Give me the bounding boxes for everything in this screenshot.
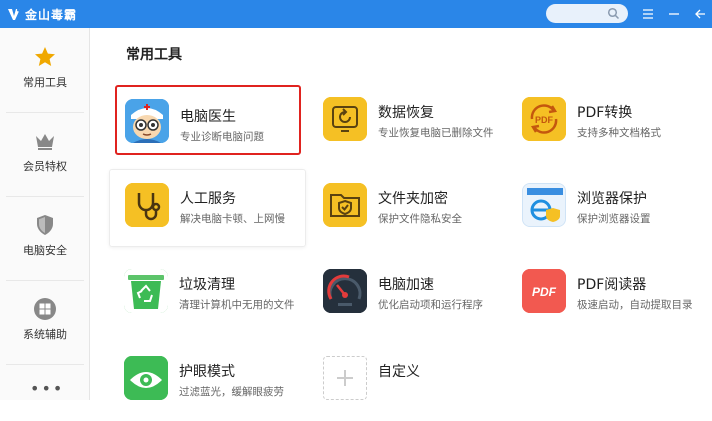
tool-name: 电脑加速 xyxy=(378,277,434,293)
plus-icon xyxy=(323,356,367,400)
tool-name: 垃圾清理 xyxy=(179,277,235,293)
sidebar-item-label: 常用工具 xyxy=(23,76,67,89)
tool-pdf-reader[interactable]: PDF PDF阅读器 极速启动，自动提取目录 xyxy=(507,256,705,334)
tool-name: 护眼模式 xyxy=(179,364,235,380)
tool-name: 自定义 xyxy=(378,364,420,380)
jinshan-logo-icon xyxy=(8,8,20,20)
tool-desc: 清理计算机中无用的文件 xyxy=(179,299,295,311)
app-brand: 金山毒霸 xyxy=(25,7,78,22)
back-icon[interactable] xyxy=(692,5,708,23)
folder-lock-icon xyxy=(323,183,367,227)
pdf-convert-icon: PDF xyxy=(522,97,566,141)
tool-name: 数据恢复 xyxy=(378,105,434,121)
data-recovery-icon xyxy=(323,97,367,141)
tool-manual-service[interactable]: 人工服务 解决电脑卡顿、上网慢 xyxy=(109,169,306,247)
pdf-reader-badge-text: PDF xyxy=(532,285,557,299)
tool-name: 电脑医生 xyxy=(180,109,236,125)
stethoscope-icon xyxy=(125,183,169,227)
app-logo: 金山毒霸 xyxy=(6,5,77,23)
recycle-bin-icon xyxy=(124,269,168,313)
tool-name: PDF阅读器 xyxy=(577,277,647,293)
sidebar: 常用工具 会员特权 电脑安全 系统辅助 ••• xyxy=(0,28,90,400)
sidebar-item-label: 电脑安全 xyxy=(23,244,67,257)
tool-name: 浏览器保护 xyxy=(577,191,647,207)
search-icon[interactable] xyxy=(607,7,620,20)
star-icon xyxy=(35,47,55,66)
tool-name: 文件夹加密 xyxy=(378,191,448,207)
tool-desc: 过滤蓝光，缓解眼疲劳 xyxy=(179,386,284,398)
tool-pc-speedup[interactable]: 电脑加速 优化启动项和运行程序 xyxy=(308,256,506,334)
tool-desc: 保护浏览器设置 xyxy=(577,213,651,225)
sidebar-item-common-tools[interactable]: 常用工具 xyxy=(0,28,90,112)
speedometer-icon xyxy=(323,269,367,313)
minimize-icon[interactable] xyxy=(666,5,682,23)
crown-icon xyxy=(36,134,54,150)
tool-folder-encrypt[interactable]: 文件夹加密 保护文件隐私安全 xyxy=(308,170,506,248)
tool-pdf-convert[interactable]: PDF PDF转换 支持多种文档格式 xyxy=(507,84,705,162)
browser-shield-icon xyxy=(522,183,566,227)
search-input[interactable] xyxy=(554,6,606,21)
more-icon[interactable]: ••• xyxy=(30,381,62,397)
title-bar: 金山毒霸 xyxy=(0,0,712,28)
pdf-reader-icon: PDF xyxy=(522,269,566,313)
tool-desc: 优化启动项和运行程序 xyxy=(378,299,483,311)
tool-data-recovery[interactable]: 数据恢复 专业恢复电脑已删除文件 xyxy=(308,84,506,162)
tool-desc: 专业恢复电脑已删除文件 xyxy=(378,127,494,139)
tool-desc: 保护文件隐私安全 xyxy=(378,213,462,225)
sidebar-item-label: 会员特权 xyxy=(23,160,67,173)
tool-desc: 极速启动，自动提取目录 xyxy=(577,299,693,311)
tool-name: 人工服务 xyxy=(180,191,236,207)
eye-icon xyxy=(124,356,168,400)
section-title: 常用工具 xyxy=(126,47,182,63)
tool-junk-clean[interactable]: 垃圾清理 清理计算机中无用的文件 xyxy=(109,256,307,334)
tool-custom[interactable]: 自定义 xyxy=(308,343,506,421)
menu-icon[interactable] xyxy=(640,5,656,23)
tool-desc: 支持多种文档格式 xyxy=(577,127,661,139)
pdf-badge-text: PDF xyxy=(535,115,554,125)
sidebar-item-security[interactable]: 电脑安全 xyxy=(0,196,90,280)
sidebar-item-vip[interactable]: 会员特权 xyxy=(0,112,90,196)
windows-logo-icon xyxy=(34,298,56,320)
search-box[interactable] xyxy=(546,4,628,23)
tool-eye-protect[interactable]: 护眼模式 过滤蓝光，缓解眼疲劳 xyxy=(109,343,307,421)
doctor-icon xyxy=(125,99,169,143)
tool-desc: 解决电脑卡顿、上网慢 xyxy=(180,213,285,225)
sidebar-item-system-assist[interactable]: 系统辅助 xyxy=(0,280,90,364)
tool-pc-doctor[interactable]: 电脑医生 专业诊断电脑问题 xyxy=(115,85,301,155)
tool-name: PDF转换 xyxy=(577,105,633,121)
sidebar-item-label: 系统辅助 xyxy=(23,328,67,341)
tool-desc: 专业诊断电脑问题 xyxy=(180,131,264,143)
shield-icon xyxy=(37,215,53,235)
tool-browser-protect[interactable]: 浏览器保护 保护浏览器设置 xyxy=(507,170,705,248)
divider xyxy=(6,364,84,365)
